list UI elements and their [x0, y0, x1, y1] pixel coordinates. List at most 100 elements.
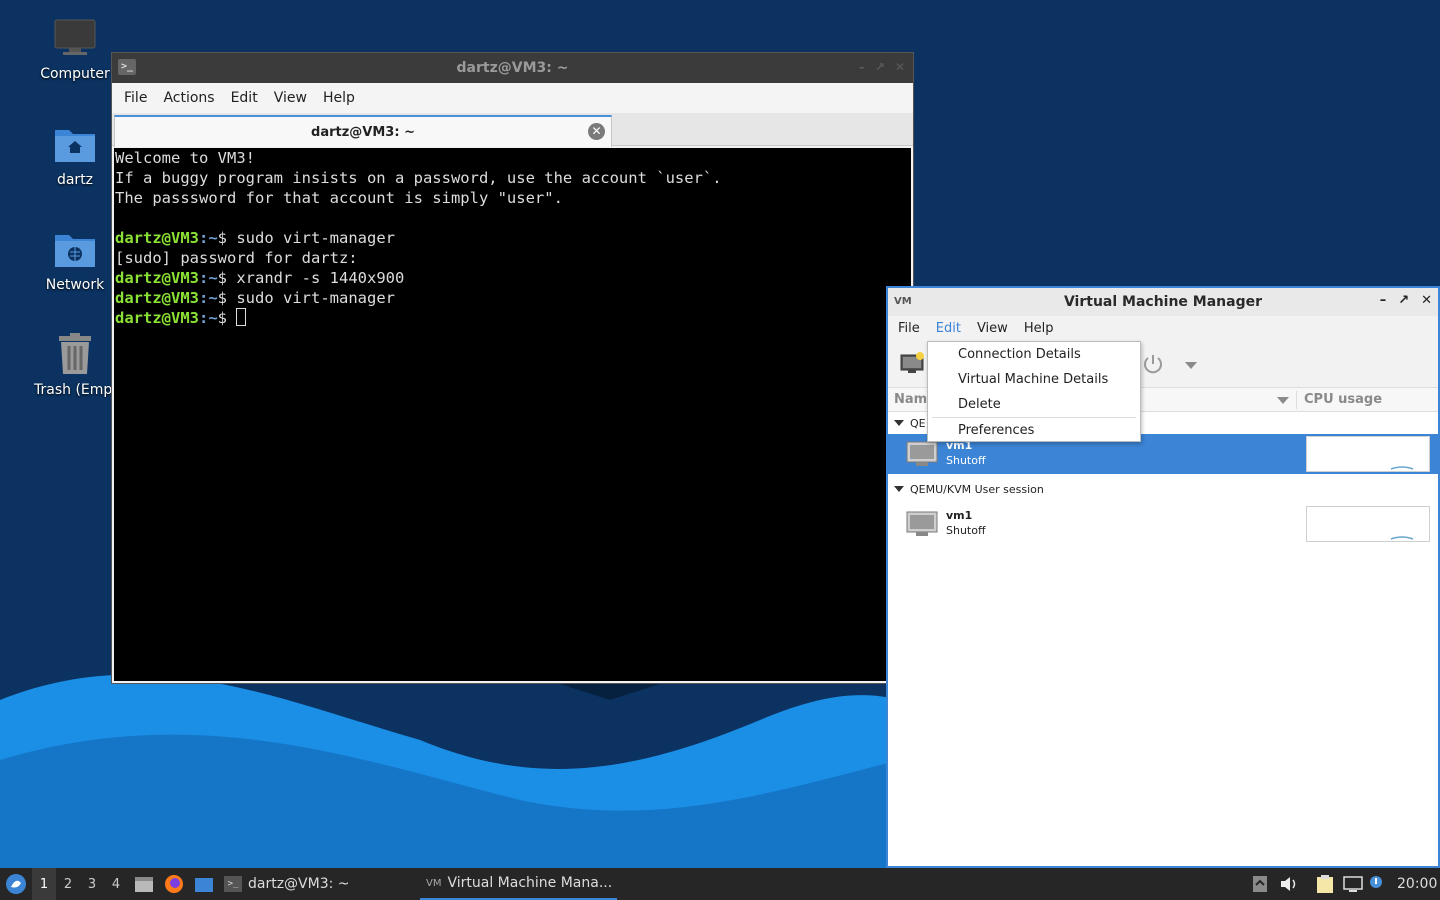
desktop-icon-computer[interactable]: Computer [25, 14, 125, 82]
network-status-icon[interactable] [1343, 868, 1363, 900]
menu-item-delete[interactable]: Delete [928, 392, 1140, 417]
menu-actions[interactable]: Actions [155, 90, 222, 106]
maximize-icon[interactable]: ↗ [875, 60, 885, 74]
clipboard-icon[interactable] [1315, 868, 1335, 900]
vmm-app-icon: VM [426, 877, 442, 889]
column-cpu-usage[interactable]: CPU usage [1304, 392, 1382, 407]
prompt-path: :~ [199, 309, 218, 327]
terminal-app-icon: >_ [224, 876, 242, 892]
prompt-user: dartz@VM3 [115, 289, 199, 307]
workspace-4[interactable]: 4 [104, 868, 128, 900]
cpu-usage-graph [1306, 436, 1430, 472]
menu-file[interactable]: File [116, 90, 155, 106]
terminal-tabbar: dartz@VM3: ~ ✕ [112, 113, 913, 147]
expander-icon[interactable] [894, 420, 904, 426]
prompt-symbol: $ [217, 229, 237, 247]
menu-item-connection-details[interactable]: Connection Details [928, 342, 1140, 367]
vm-row[interactable]: vm1 Shutoff [888, 504, 1438, 544]
home-folder-icon [51, 120, 99, 168]
minimize-icon[interactable]: – [1380, 293, 1387, 308]
terminal-command: sudo virt-manager [236, 229, 395, 247]
prompt-symbol: $ [217, 309, 237, 327]
connection-group[interactable]: QEMU/KVM User session [888, 478, 1438, 500]
workspace-2[interactable]: 2 [56, 868, 80, 900]
terminal-output[interactable]: Welcome to VM3! If a buggy program insist… [114, 148, 911, 681]
firefox-icon[interactable] [164, 868, 184, 900]
menu-view[interactable]: View [969, 321, 1016, 336]
prompt-symbol: $ [217, 269, 237, 287]
vmm-titlebar[interactable]: VM Virtual Machine Manager – ↗ ✕ [888, 288, 1438, 316]
terminal-command: sudo virt-manager [236, 289, 395, 307]
maximize-icon[interactable]: ↗ [1398, 293, 1409, 308]
prompt-symbol: $ [217, 289, 237, 307]
update-notifier-icon[interactable] [1368, 868, 1384, 900]
taskbar-task-terminal[interactable]: >_ dartz@VM3: ~ [224, 868, 350, 900]
vm-monitor-icon [906, 441, 938, 471]
start-menu-icon[interactable] [4, 868, 28, 900]
terminal-command: xrandr -s 1440x900 [236, 269, 405, 287]
window-title: dartz@VM3: ~ [456, 60, 569, 76]
menu-edit[interactable]: Edit [223, 90, 266, 106]
menu-item-vm-details[interactable]: Virtual Machine Details [928, 367, 1140, 392]
chevron-down-icon[interactable] [1185, 362, 1197, 369]
desktop-icon-label: Computer [40, 66, 110, 82]
column-dropdown-icon[interactable] [1277, 397, 1289, 404]
close-icon[interactable]: ✕ [895, 60, 905, 74]
vm-state: Shutoff [946, 524, 986, 537]
terminal-cursor [236, 308, 247, 326]
new-vm-icon[interactable] [900, 352, 926, 380]
menu-file[interactable]: File [890, 321, 928, 336]
prompt-user: dartz@VM3 [115, 229, 199, 247]
terminal-app-icon: >_ [118, 59, 136, 75]
desktop-icon-label: Network [45, 277, 105, 293]
menu-item-preferences[interactable]: Preferences [928, 418, 1140, 443]
terminal-menubar: File Actions Edit View Help [112, 83, 913, 113]
menu-help[interactable]: Help [315, 90, 363, 106]
taskbar-task-vmm[interactable]: VM Virtual Machine Mana... [420, 868, 617, 900]
vmm-menubar: File Edit View Help [888, 316, 1438, 340]
terminal-tab[interactable]: dartz@VM3: ~ ✕ [114, 115, 612, 147]
computer-icon [51, 14, 99, 62]
file-manager-icon[interactable] [134, 868, 154, 900]
menu-edit[interactable]: Edit [928, 321, 969, 336]
taskbar: 1 2 3 4 >_ dartz@VM3: ~ VM Virtual Machi… [0, 868, 1440, 900]
edit-dropdown-menu: Connection Details Virtual Machine Detai… [927, 341, 1141, 442]
volume-icon[interactable] [1279, 868, 1299, 900]
expander-icon[interactable] [894, 486, 904, 492]
cpu-usage-graph [1306, 506, 1430, 542]
task-label: Virtual Machine Mana... [447, 875, 613, 891]
files-folder-icon[interactable] [194, 868, 214, 900]
connection-name: QE [910, 416, 926, 430]
vmm-app-icon: VM [894, 296, 912, 307]
tab-close-icon[interactable]: ✕ [588, 123, 605, 140]
terminal-titlebar[interactable]: >_ dartz@VM3: ~ – ↗ ✕ [112, 53, 913, 83]
clock[interactable]: 20:00 [1397, 868, 1437, 900]
window-title: Virtual Machine Manager [1063, 294, 1263, 310]
desktop-icon-network[interactable]: Network [25, 225, 125, 293]
workspace-3[interactable]: 3 [80, 868, 104, 900]
desktop-icon-label: dartz [56, 172, 94, 188]
vm-name: vm1 [946, 509, 973, 522]
terminal-line: [sudo] password for dartz: [115, 249, 358, 267]
column-name[interactable]: Nam [894, 392, 927, 407]
vm-monitor-icon [906, 511, 938, 541]
task-label: dartz@VM3: ~ [248, 876, 350, 892]
prompt-user: dartz@VM3 [115, 309, 199, 327]
power-icon[interactable] [1141, 352, 1165, 380]
terminal-window[interactable]: >_ dartz@VM3: ~ – ↗ ✕ File Actions Edit … [111, 52, 914, 684]
workspace-1[interactable]: 1 [32, 868, 56, 900]
menu-view[interactable]: View [266, 90, 315, 106]
desktop-icon-trash[interactable]: Trash (Empty) [25, 330, 125, 398]
prompt-path: :~ [199, 229, 218, 247]
prompt-path: :~ [199, 269, 218, 287]
minimize-icon[interactable]: – [859, 60, 865, 74]
desktop-icon-home[interactable]: dartz [25, 120, 125, 188]
menu-help[interactable]: Help [1016, 321, 1062, 336]
close-icon[interactable]: ✕ [1421, 293, 1432, 308]
tab-title: dartz@VM3: ~ [311, 124, 415, 140]
terminal-line: The passsword for that account is simply… [115, 189, 563, 207]
show-hidden-icon[interactable] [1252, 868, 1268, 900]
vm-state: Shutoff [946, 454, 986, 467]
trash-icon [51, 330, 99, 378]
column-divider [1296, 391, 1297, 409]
